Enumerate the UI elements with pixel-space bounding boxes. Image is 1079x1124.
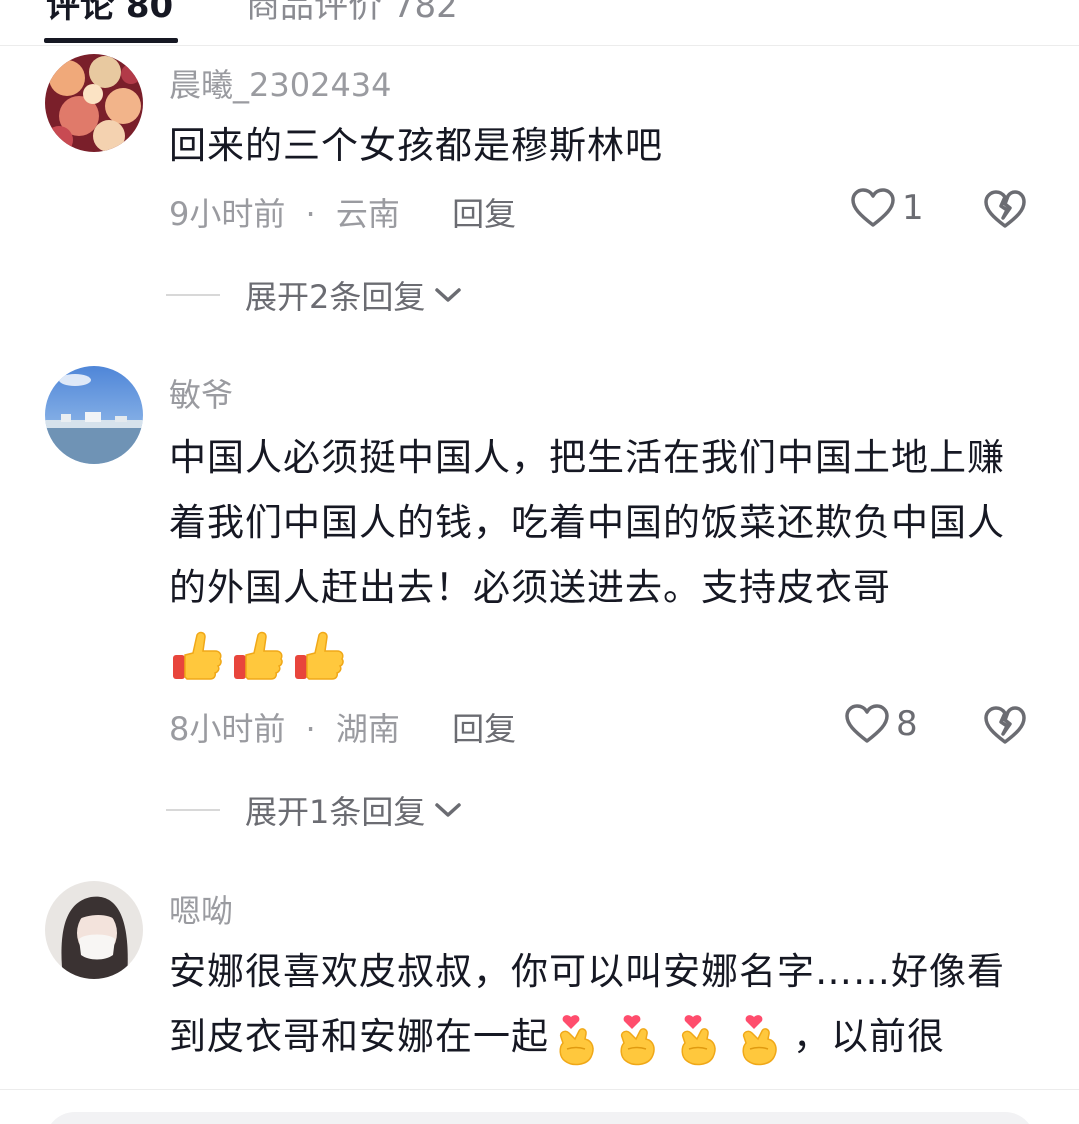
expand-replies-button[interactable]: 展开1条回复: [166, 787, 463, 833]
like-count: 8: [896, 704, 918, 744]
like-count: 1: [902, 188, 924, 228]
bottom-divider: [0, 1089, 1079, 1090]
finger-heart-icon: [742, 1015, 777, 1066]
avatar-image: [45, 881, 143, 979]
avatar-image: [45, 366, 143, 464]
tab-product-reviews[interactable]: 商品评价 782: [246, 0, 458, 27]
avatar[interactable]: [45, 881, 143, 979]
finger-heart-icon: [681, 1015, 716, 1066]
heart-icon: [845, 704, 889, 743]
expand-replies-button[interactable]: 展开2条回复: [166, 272, 463, 318]
comment-input-bar[interactable]: [45, 1112, 1035, 1124]
timestamp: 9小时前: [169, 195, 286, 233]
comment-text-tail: ，以前很: [793, 1015, 945, 1058]
username[interactable]: 晨曦_2302434: [169, 60, 392, 106]
heart-icon: [851, 188, 895, 227]
finger-heart-icon: [620, 1015, 655, 1066]
expand-label: 展开2条回复: [245, 278, 426, 316]
thumbs-up-icon: [234, 631, 283, 680]
chevron-down-icon: [435, 803, 462, 817]
avatar[interactable]: [45, 366, 143, 464]
tab-comments[interactable]: 评论 80: [46, 0, 173, 27]
expand-divider: [166, 809, 220, 811]
comment-text: 回来的三个女孩都是穆斯林吧: [169, 124, 663, 167]
location: 云南: [335, 195, 400, 233]
username[interactable]: 敏爷: [169, 370, 233, 416]
timestamp: 8小时前: [169, 710, 286, 748]
comment-meta: 9小时前 · 云南 回复: [169, 189, 516, 235]
meta-separator: ·: [305, 710, 316, 748]
comment-text: 安娜很喜欢皮叔叔，你可以叫安娜名字……好像看到皮衣哥和安娜在一起 ，以前很: [169, 939, 1031, 1071]
finger-heart-icon: [559, 1015, 594, 1066]
meta-separator: ·: [305, 195, 316, 233]
comment-text: 中国人必须挺中国人，把生活在我们中国土地上赚着我们中国人的钱，吃着中国的饭菜还欺…: [169, 425, 1031, 687]
broken-heart-icon[interactable]: [983, 188, 1027, 230]
like-button[interactable]: 1: [850, 187, 924, 229]
expand-divider: [166, 294, 220, 296]
like-button[interactable]: 8: [844, 703, 918, 745]
chevron-down-icon: [435, 288, 462, 302]
comment-meta: 8小时前 · 湖南 回复: [169, 704, 516, 750]
username[interactable]: 嗯呦: [169, 886, 233, 932]
emoji-row: [549, 1006, 793, 1071]
tab-bar: 评论 80 商品评价 782: [0, 0, 1079, 46]
location: 湖南: [335, 710, 400, 748]
reply-button[interactable]: 回复: [452, 195, 516, 233]
avatar[interactable]: [45, 54, 143, 152]
thumbs-up-icon: [173, 631, 222, 680]
thumbs-up-icon: [295, 631, 344, 680]
reply-button[interactable]: 回复: [452, 710, 516, 748]
comment-page: 评论 80 商品评价 782 晨曦_2302434 回来的三个女孩都是穆斯林吧 …: [0, 0, 1079, 1124]
avatar-image: [45, 54, 143, 152]
tab-indicator: [44, 38, 178, 43]
broken-heart-icon[interactable]: [983, 704, 1027, 746]
emoji-row: [169, 622, 352, 687]
comment-text-body: 中国人必须挺中国人，把生活在我们中国土地上赚着我们中国人的钱，吃着中国的饭菜还欺…: [169, 436, 1005, 609]
expand-label: 展开1条回复: [245, 793, 426, 831]
